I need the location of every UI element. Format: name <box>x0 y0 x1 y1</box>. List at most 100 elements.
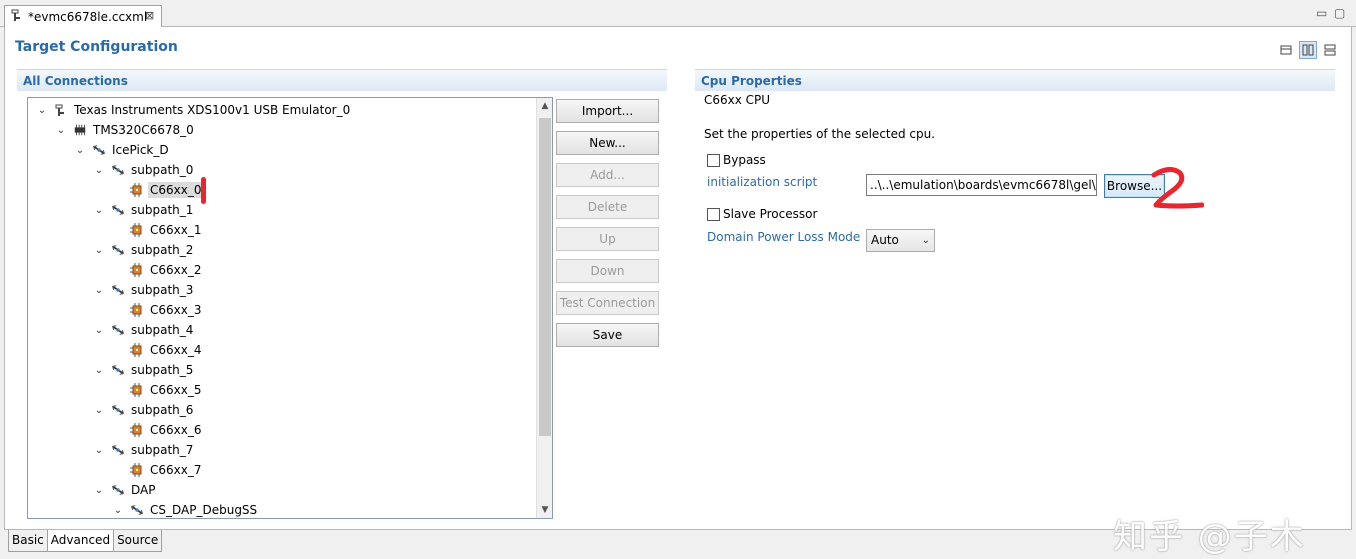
minimize-icon[interactable]: ▭ <box>1316 6 1327 20</box>
expand-toggle-icon[interactable]: ⌄ <box>93 205 105 216</box>
expand-toggle-icon[interactable]: ⌄ <box>74 145 86 156</box>
tree-node-label: subpath_4 <box>131 323 194 337</box>
emulator-icon <box>54 103 68 117</box>
cpu-subtitle: C66xx CPU <box>704 93 771 107</box>
router-icon <box>111 283 125 297</box>
tree-node[interactable]: ⌄ subpath_3 <box>93 280 195 300</box>
cpu-core-icon <box>130 183 144 197</box>
tree-node[interactable]: C66xx_7 <box>112 460 204 480</box>
tree-node[interactable]: ⌄ CS_DAP_DebugSS <box>112 500 259 518</box>
cpu-core-icon <box>130 303 144 317</box>
tree-node-label: subpath_5 <box>131 363 194 377</box>
expand-toggle-icon[interactable]: ⌄ <box>93 365 105 376</box>
scroll-down-icon[interactable]: ▼ <box>537 502 552 518</box>
editor-tab[interactable]: *evmc6678le.ccxml ⊠ <box>4 5 162 28</box>
tree-node-label: DAP <box>131 483 156 497</box>
bypass-checkbox[interactable] <box>707 154 720 167</box>
slave-processor-checkbox[interactable] <box>707 208 720 221</box>
tree-node[interactable]: C66xx_4 <box>112 340 204 360</box>
router-icon <box>130 503 144 517</box>
expand-toggle-icon[interactable]: ⌄ <box>93 405 105 416</box>
tree-node[interactable]: C66xx_1 <box>112 220 204 240</box>
tree-node[interactable]: C66xx_2 <box>112 260 204 280</box>
expand-toggle-icon[interactable]: ⌄ <box>112 505 124 516</box>
expand-toggle-icon[interactable]: ⌄ <box>93 445 105 456</box>
down-button[interactable]: Down <box>556 259 659 283</box>
bypass-label: Bypass <box>723 153 766 167</box>
expand-toggle-icon[interactable]: ⌄ <box>55 125 67 136</box>
tree-node[interactable]: C66xx_5 <box>112 380 204 400</box>
tree-node-label: C66xx_2 <box>150 263 202 277</box>
tree-node[interactable]: ⌄ Texas Instruments XDS100v1 USB Emulator… <box>36 100 352 120</box>
power-loss-select[interactable]: Auto ⌄ <box>866 229 935 252</box>
slave-processor-label: Slave Processor <box>723 207 818 221</box>
connections-tree[interactable]: ⌄ Texas Instruments XDS100v1 USB Emulator… <box>27 97 553 519</box>
bottom-tab-strip: Basic Advanced Source <box>8 530 163 552</box>
expand-toggle-icon[interactable]: ⌄ <box>93 285 105 296</box>
cpu-core-icon <box>130 343 144 357</box>
tree-node[interactable]: C66xx_0 <box>112 180 204 200</box>
tree-node[interactable]: ⌄ subpath_5 <box>93 360 195 380</box>
tree-node-label: subpath_7 <box>131 443 194 457</box>
tree-node[interactable]: ⌄ subpath_6 <box>93 400 195 420</box>
chip-icon <box>73 123 87 137</box>
annotation-mark-1 <box>201 177 206 204</box>
tree-node[interactable]: ⌄ subpath_2 <box>93 240 195 260</box>
save-button[interactable]: Save <box>556 323 659 347</box>
tree-node[interactable]: ⌄ subpath_1 <box>93 200 195 220</box>
tree-node[interactable]: ⌄ subpath_4 <box>93 320 195 340</box>
tree-node[interactable]: ⌄ subpath_7 <box>93 440 195 460</box>
single-pane-icon[interactable] <box>1277 41 1295 59</box>
tree-node[interactable]: ⌄ TMS320C6678_0 <box>55 120 196 140</box>
import-button[interactable]: Import... <box>556 99 659 123</box>
add-button[interactable]: Add... <box>556 163 659 187</box>
expand-toggle-icon[interactable]: ⌄ <box>93 165 105 176</box>
router-icon <box>111 203 125 217</box>
cpu-properties-header: Cpu Properties <box>695 69 1335 91</box>
scroll-thumb[interactable] <box>539 118 551 436</box>
tree-node[interactable]: C66xx_6 <box>112 420 204 440</box>
tree-node-label: TMS320C6678_0 <box>93 123 194 137</box>
tree-node-label: subpath_1 <box>131 203 194 217</box>
init-script-input[interactable]: ..\..\emulation\boards\evmc6678l\gel\evm… <box>866 174 1097 196</box>
cpu-core-icon <box>130 383 144 397</box>
scroll-up-icon[interactable]: ▲ <box>537 98 552 114</box>
editor-body: Target Configuration All Connections ⌄ Te… <box>4 27 1352 557</box>
delete-button[interactable]: Delete <box>556 195 659 219</box>
new-button[interactable]: New... <box>556 131 659 155</box>
tree-node-label: subpath_6 <box>131 403 194 417</box>
router-icon <box>111 323 125 337</box>
horizontal-layout-icon[interactable] <box>1299 41 1317 59</box>
tree-node-label: C66xx_6 <box>150 423 202 437</box>
expand-toggle-icon[interactable]: ⌄ <box>93 245 105 256</box>
close-icon[interactable]: ⊠ <box>145 9 154 22</box>
router-icon <box>111 163 125 177</box>
expand-toggle-icon[interactable]: ⌄ <box>93 485 105 496</box>
vertical-layout-icon[interactable] <box>1321 41 1339 59</box>
expand-toggle-icon[interactable]: ⌄ <box>36 105 48 116</box>
watermark: 知乎 @子木 <box>1113 517 1306 557</box>
tab-basic[interactable]: Basic <box>8 530 48 552</box>
tree-node-label: IcePick_D <box>112 143 169 157</box>
ccxml-file-icon <box>11 9 22 25</box>
router-icon <box>111 403 125 417</box>
tree-node[interactable]: C66xx_3 <box>112 300 204 320</box>
expand-toggle-icon[interactable]: ⌄ <box>93 325 105 336</box>
up-button[interactable]: Up <box>556 227 659 251</box>
tree-node[interactable]: ⌄ IcePick_D <box>74 140 171 160</box>
cpu-core-icon <box>130 423 144 437</box>
tree-node-label: Texas Instruments XDS100v1 USB Emulator_… <box>74 103 351 117</box>
test-connection-button[interactable]: Test Connection <box>556 291 659 315</box>
tree-node-label: subpath_2 <box>131 243 194 257</box>
all-connections-header: All Connections <box>17 69 667 91</box>
cpu-core-icon <box>130 463 144 477</box>
router-icon <box>111 483 125 497</box>
maximize-icon[interactable]: ▢ <box>1334 6 1345 20</box>
tree-scrollbar[interactable]: ▲ ▼ <box>536 98 552 518</box>
tab-advanced[interactable]: Advanced <box>46 530 115 552</box>
properties-description: Set the properties of the selected cpu. <box>704 127 936 141</box>
tree-node[interactable]: ⌄ DAP <box>93 480 157 500</box>
router-icon <box>111 243 125 257</box>
tree-node[interactable]: ⌄ subpath_0 <box>93 160 195 180</box>
tab-source[interactable]: Source <box>113 530 163 552</box>
